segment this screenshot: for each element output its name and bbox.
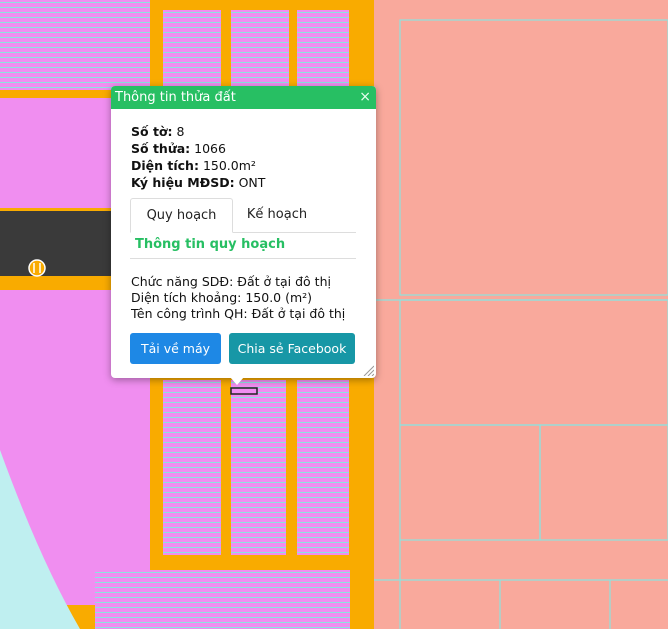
field-parcel-number: Số thửa: 1066 <box>131 141 226 156</box>
residential-block <box>231 10 289 90</box>
selected-parcel[interactable] <box>230 387 258 395</box>
satellite-patch <box>0 211 118 276</box>
restaurant-icon[interactable] <box>28 259 46 277</box>
field-area: Diện tích: 150.0m² <box>131 158 256 173</box>
detail-land-function: Chức năng SDĐ: Đất ở tại đô thị <box>131 274 331 289</box>
residential-block <box>297 380 349 555</box>
share-facebook-button[interactable]: Chia sẻ Facebook <box>229 333 355 364</box>
section-title: Thông tin quy hoạch <box>135 237 286 252</box>
popup-tabs: Quy hoạch Kế hoạch <box>130 198 356 233</box>
close-icon[interactable]: × <box>359 86 371 109</box>
tab-ke-hoach[interactable]: Kế hoạch <box>232 198 322 231</box>
download-button[interactable]: Tải về máy <box>130 333 221 364</box>
detail-area: Diện tích khoảng: 150.0 (m²) <box>131 290 313 305</box>
parcel-info: Số tờ: 8 Số thửa: 1066 Diện tích: 150.0m… <box>111 109 376 191</box>
residential-block <box>163 10 221 90</box>
residential-block <box>231 380 286 555</box>
parcel-info-popup: Thông tin thửa đất × Số tờ: 8 Số thửa: 1… <box>111 86 376 378</box>
residential-block <box>163 380 221 555</box>
field-sheet-number: Số tờ: 8 <box>131 124 185 139</box>
tab-quy-hoach[interactable]: Quy hoạch <box>130 198 233 233</box>
residential-block <box>0 0 150 90</box>
field-land-use-code: Ký hiệu MĐSD: ONT <box>131 175 266 190</box>
planning-details: Chức năng SDĐ: Đất ở tại đô thị Diện tíc… <box>131 274 345 322</box>
residential-block <box>297 10 349 90</box>
farmland-area <box>374 0 668 629</box>
resize-handle-icon[interactable] <box>362 364 374 376</box>
residential-block <box>95 570 350 629</box>
popup-title: Thông tin thửa đất <box>115 90 236 105</box>
popup-pointer <box>230 377 244 385</box>
divider <box>130 258 356 259</box>
popup-header: Thông tin thửa đất × <box>111 86 376 109</box>
detail-project-name: Tên công trình QH: Đất ở tại đô thị <box>131 306 346 321</box>
